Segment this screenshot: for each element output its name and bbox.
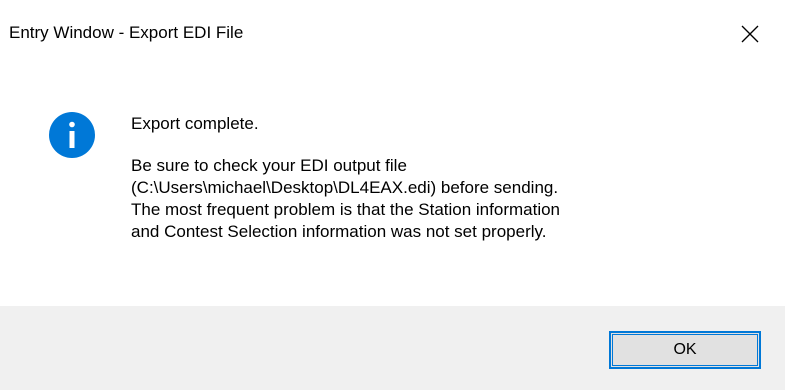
message-dialog: Entry Window - Export EDI File Export co… (0, 0, 785, 390)
ok-button[interactable]: OK (609, 331, 761, 369)
message-line: (C:\Users\michael\Desktop\DL4EAX.edi) be… (131, 178, 559, 197)
message-line: and Contest Selection information was no… (131, 222, 547, 241)
window-title: Entry Window - Export EDI File (9, 23, 244, 42)
close-icon (741, 25, 759, 43)
message-line: Be sure to check your EDI output file (131, 156, 407, 175)
message-heading: Export complete. (131, 114, 259, 133)
message-line: The most frequent problem is that the St… (131, 200, 561, 219)
close-button[interactable] (715, 0, 785, 68)
info-icon (49, 112, 95, 158)
message-text: Export complete. Be sure to check your E… (131, 113, 771, 243)
button-bar: OK (0, 306, 785, 390)
message-spacer (131, 135, 771, 155)
title-bar[interactable]: Entry Window - Export EDI File (0, 0, 785, 70)
dialog-content: Export complete. Be sure to check your E… (0, 70, 785, 306)
ok-button-label: OK (673, 341, 697, 358)
